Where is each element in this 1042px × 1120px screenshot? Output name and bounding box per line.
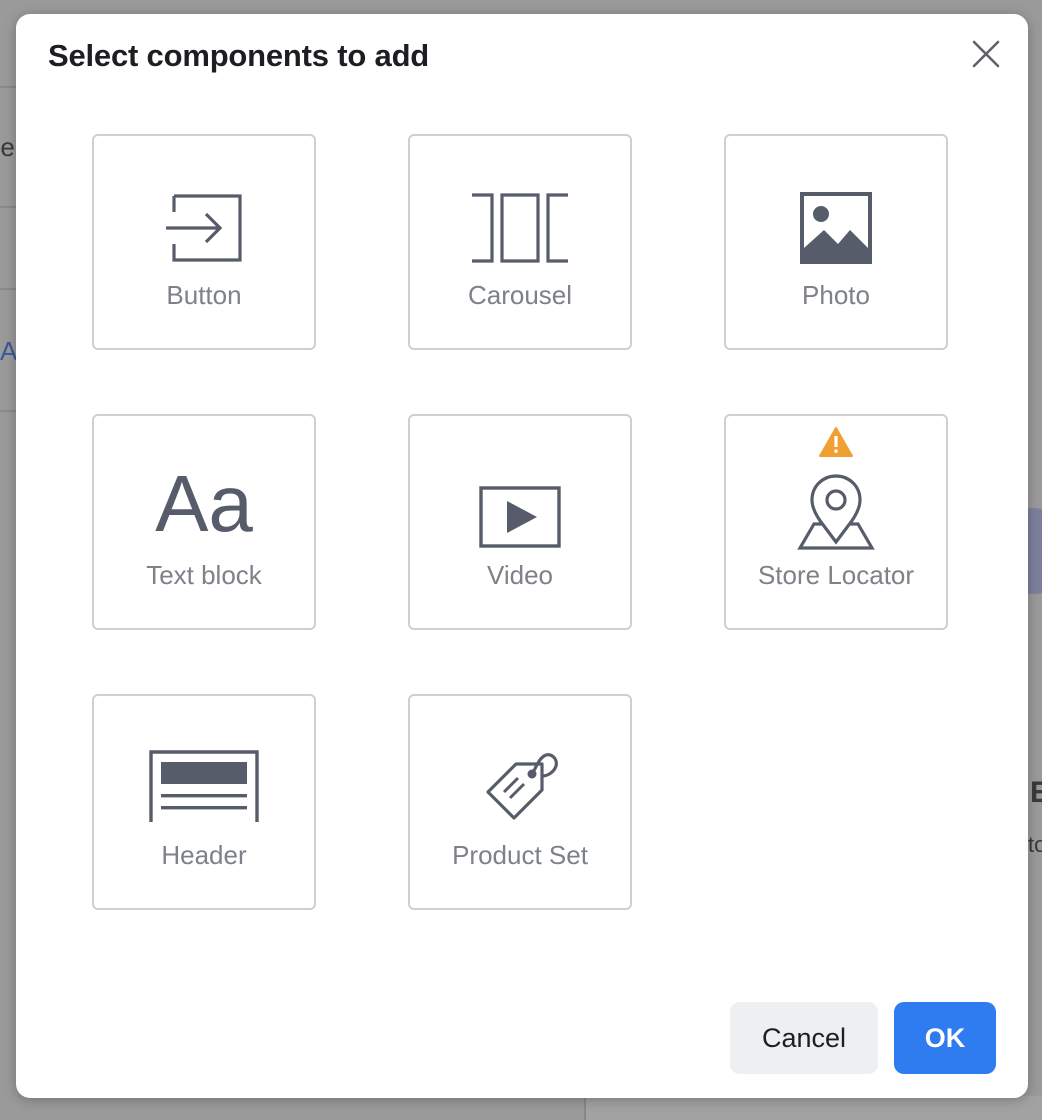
component-tile-carousel[interactable]: Carousel (408, 134, 632, 350)
component-label: Photo (802, 280, 870, 310)
component-tile-header[interactable]: Header (92, 694, 316, 910)
button-icon (166, 194, 242, 262)
store-locator-icon (797, 474, 875, 550)
component-tile-button[interactable]: Button (92, 134, 316, 350)
close-button[interactable] (968, 36, 1004, 72)
component-label: Header (161, 840, 247, 870)
component-label: Button (166, 280, 242, 310)
carousel-icon (472, 193, 568, 263)
video-icon (479, 486, 561, 548)
component-tile-product-set[interactable]: Product Set (408, 694, 632, 910)
photo-icon (800, 192, 872, 264)
background-text: E (1030, 776, 1042, 809)
ok-button[interactable]: OK (894, 1002, 996, 1074)
component-tile-video[interactable]: Video (408, 414, 632, 630)
component-tile-photo[interactable]: Photo (724, 134, 948, 350)
close-icon (972, 40, 1000, 68)
component-label: Store Locator (757, 560, 915, 590)
component-label: Carousel (467, 280, 573, 310)
component-label: Text block (146, 560, 262, 590)
component-tile-store-locator[interactable]: Store Locator (724, 414, 948, 630)
component-label: Product Set (452, 840, 588, 870)
background-text: to (1028, 832, 1042, 857)
component-tile-text-block[interactable]: Aa Text block (92, 414, 316, 630)
select-components-dialog: Select components to add Button Carousel (16, 14, 1028, 1098)
cancel-button[interactable]: Cancel (730, 1002, 878, 1074)
dialog-title: Select components to add (48, 38, 430, 73)
component-label: Video (486, 560, 554, 590)
text-block-icon: Aa (155, 459, 253, 548)
background-text: A (0, 336, 18, 366)
header-icon (149, 750, 259, 822)
background-panel (584, 1096, 1042, 1120)
product-set-icon (486, 753, 558, 820)
background-text: rie (0, 132, 15, 162)
